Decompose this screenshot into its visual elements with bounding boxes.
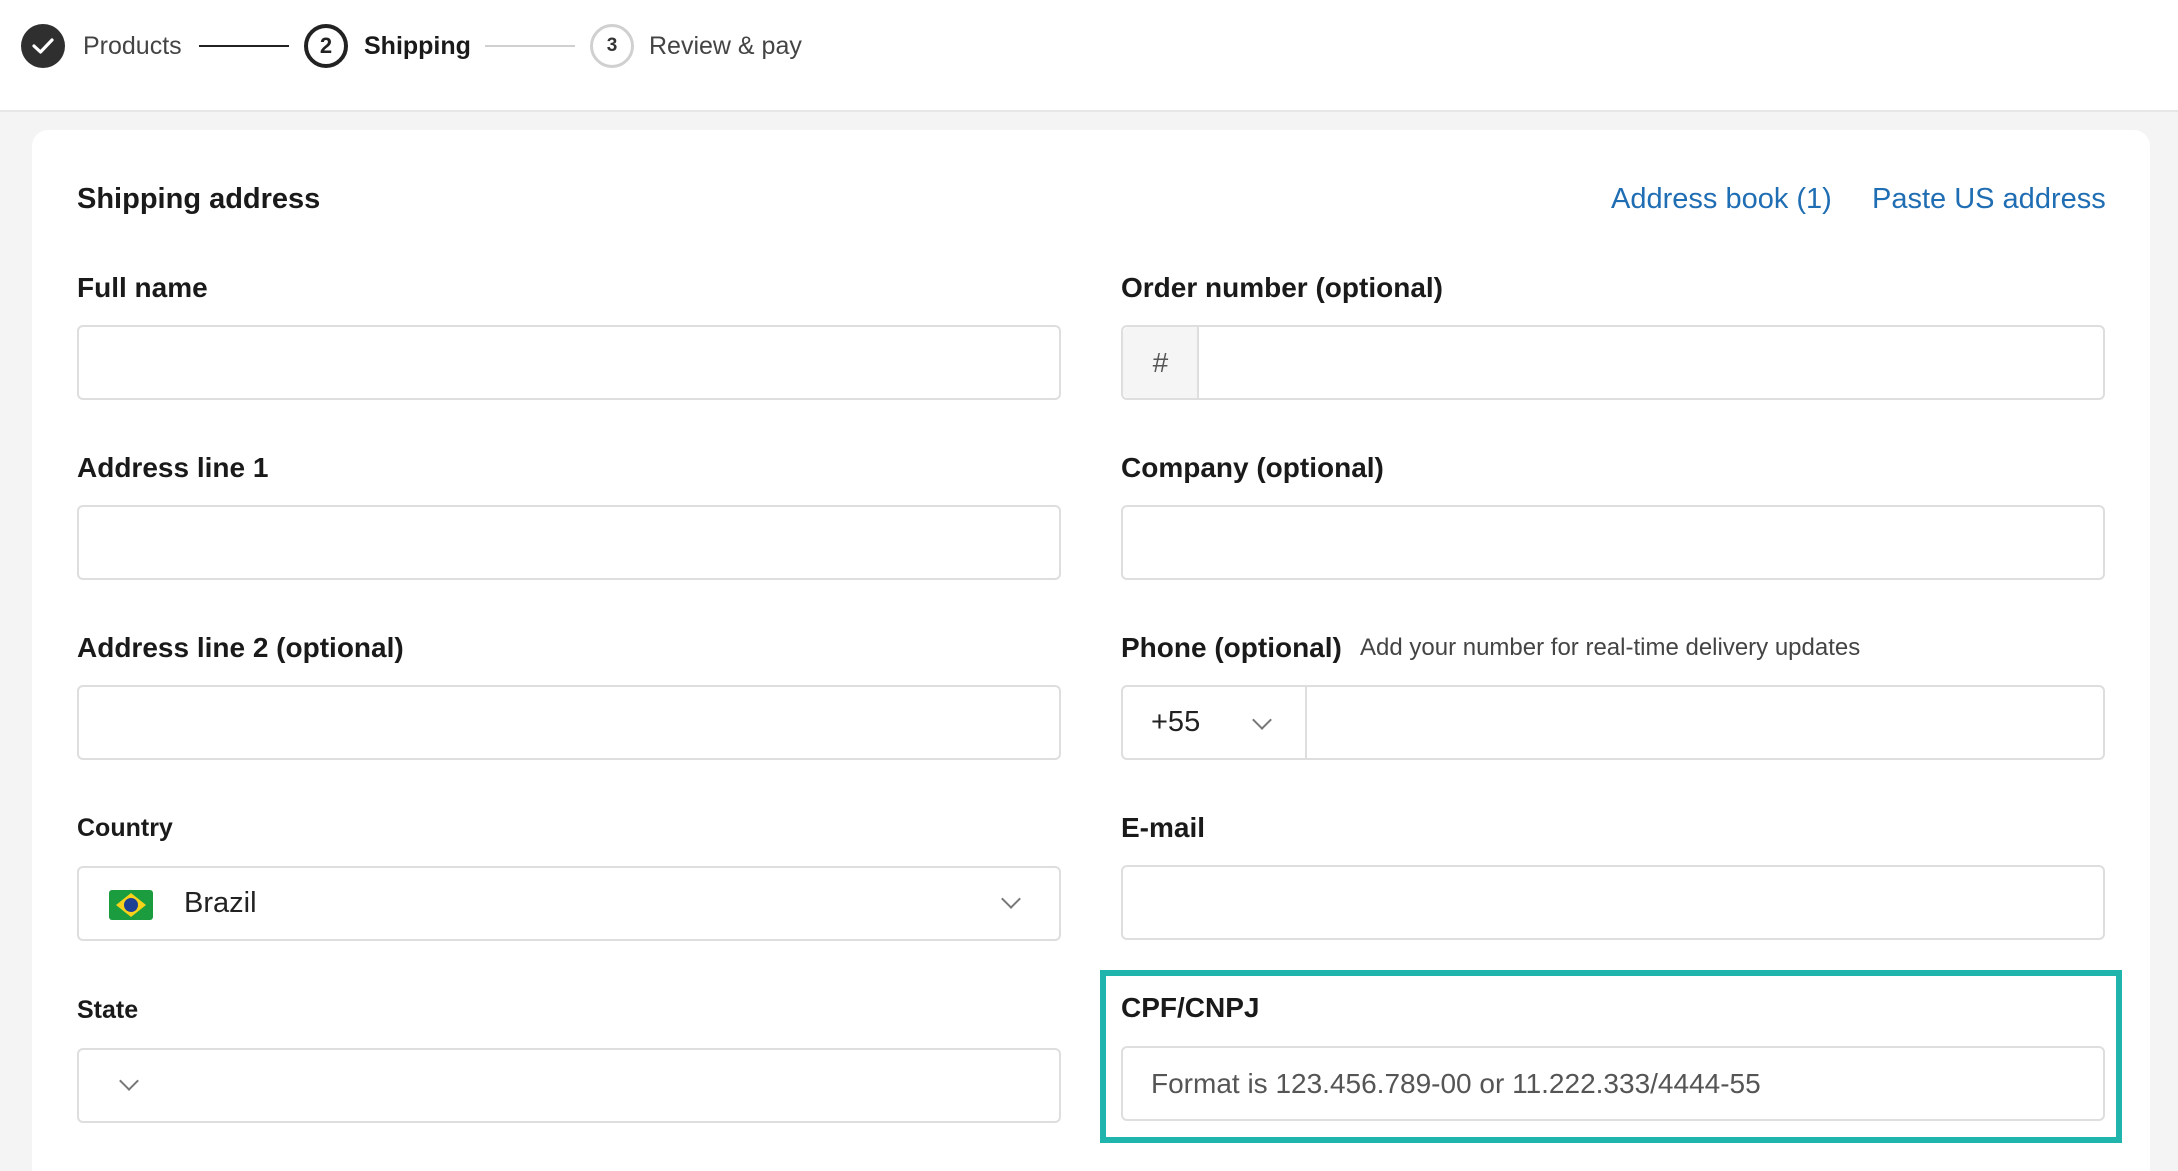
full-name-field[interactable] [77,325,1061,400]
state-select[interactable] [77,1048,1061,1123]
country-select[interactable]: Brazil [77,866,1061,941]
state-label: State [77,996,139,1024]
chevron-down-icon [1252,710,1272,730]
email-field[interactable] [1121,865,2105,940]
country-label: Country [77,814,173,842]
address-line-1-input[interactable] [79,507,1059,578]
phone-hint: Add your number for real-time delivery u… [1360,634,1861,661]
phone-field: +55 [1121,685,2105,760]
company-field[interactable] [1121,505,2105,580]
order-number-label: Order number (optional) [1121,272,1443,303]
full-name-input[interactable] [79,327,1059,398]
step-review-label: Review & pay [649,32,802,60]
company-label: Company (optional) [1121,452,1384,483]
order-number-input[interactable] [1199,327,2103,398]
email-input[interactable] [1123,867,2103,938]
phone-label: Phone (optional) [1121,632,1342,663]
address-line-2-label: Address line 2 (optional) [77,632,404,663]
country-value: Brazil [184,887,257,919]
cpf-cnpj-input[interactable] [1123,1048,2103,1119]
address-line-1-label: Address line 1 [77,452,269,483]
chevron-down-icon [1001,889,1021,909]
chevron-down-icon [119,1071,139,1091]
full-name-label: Full name [77,272,208,303]
hash-prefix: # [1123,327,1199,398]
email-label: E-mail [1121,812,1206,843]
address-line-2-input[interactable] [79,687,1059,758]
country-code-select[interactable]: +55 [1123,687,1307,758]
brazil-flag-icon [109,890,153,920]
step-shipping-number: 2 [304,24,348,68]
checkout-stepper: Products 2 Shipping 3 Review & pay [0,0,2178,112]
country-code-value: +55 [1151,706,1201,738]
step-connector-pending [485,45,575,47]
cpf-cnpj-field[interactable] [1121,1046,2105,1121]
cpf-cnpj-label: CPF/CNPJ [1121,992,1260,1023]
order-number-field[interactable]: # [1121,325,2105,400]
section-title: Shipping address [77,183,321,215]
step-review-number: 3 [590,24,634,68]
company-input[interactable] [1123,507,2103,578]
step-products-label[interactable]: Products [83,30,182,62]
step-connector-done [199,45,289,47]
address-line-2-field[interactable] [77,685,1061,760]
step-completed-check-icon [21,24,65,68]
address-line-1-field[interactable] [77,505,1061,580]
paste-us-address-link[interactable]: Paste US address [1872,181,2106,217]
address-book-link[interactable]: Address book (1) [1611,181,1832,217]
phone-input[interactable] [1309,687,2103,758]
step-shipping-label: Shipping [364,32,471,60]
